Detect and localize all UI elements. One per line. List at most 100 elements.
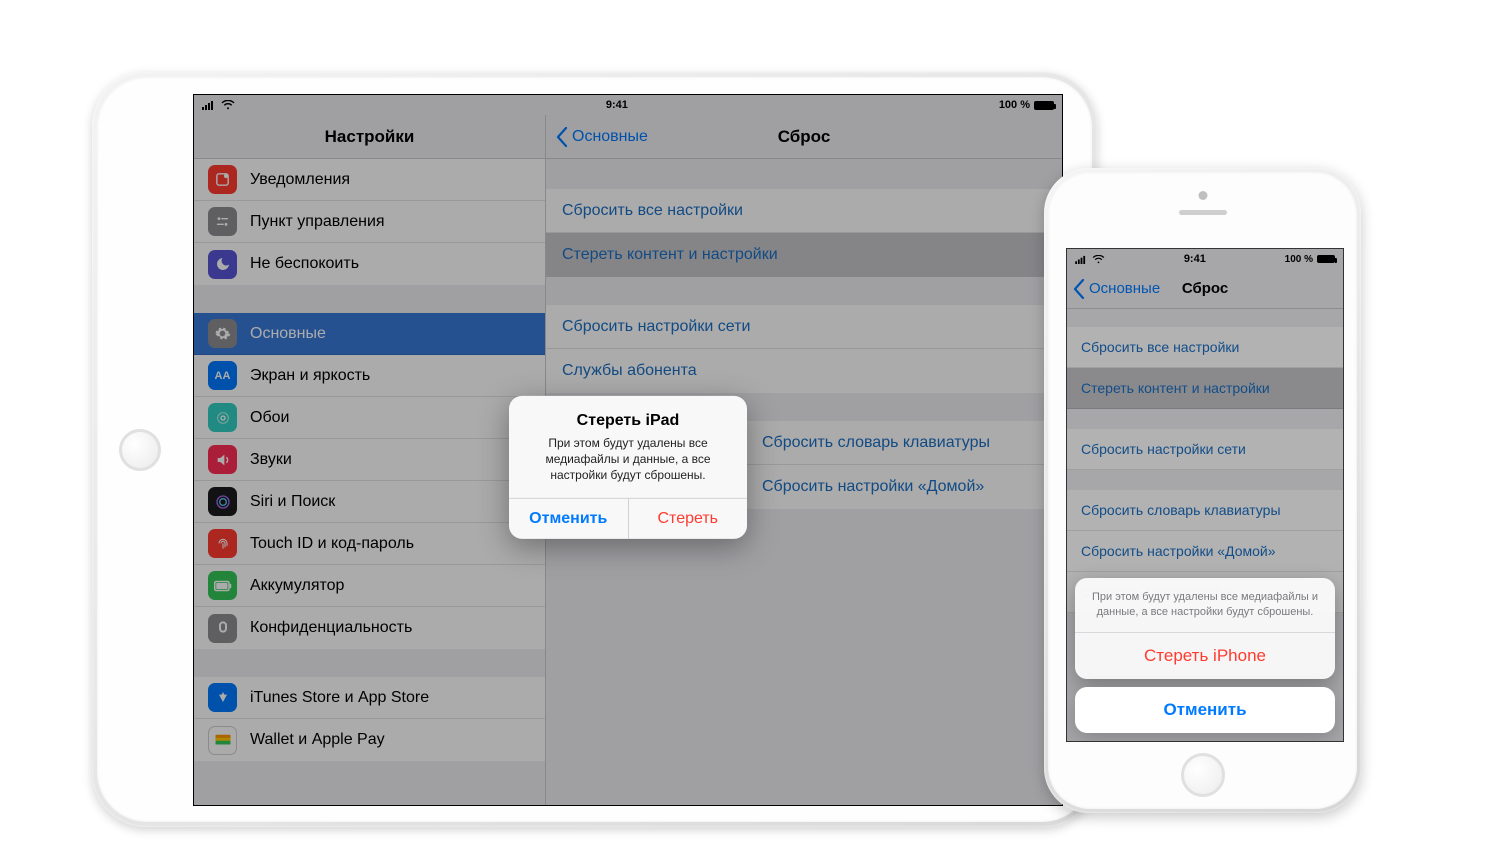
sheet-erase-button[interactable]: Стереть iPhone (1075, 633, 1335, 679)
battery-icon (208, 571, 237, 600)
iphone-bezel: 9:41 100 % Основные Сброс Сбросить все н… (1048, 172, 1357, 809)
iphone-home-button[interactable] (1181, 753, 1225, 797)
alert-title: Стереть iPad (521, 412, 735, 430)
reset-option-label: Сбросить словарь клавиатуры (1081, 502, 1281, 518)
sidebar-item-label: Звуки (250, 451, 292, 469)
control-center-icon (208, 207, 237, 236)
reset-option-label: Сбросить настройки «Домой» (762, 478, 984, 496)
iphone-status-bar: 9:41 100 % (1067, 249, 1343, 269)
signal-icon (202, 100, 216, 110)
erase-iphone-actionsheet: При этом будут удалены все медиафайлы и … (1075, 578, 1335, 733)
reset-option[interactable]: Сбросить все настройки (1067, 327, 1343, 368)
reset-option[interactable]: Службы абонента (546, 349, 1062, 393)
display-icon: AA (208, 361, 237, 390)
battery-icon (1317, 255, 1335, 263)
sounds-icon (208, 445, 237, 474)
reset-option-label: Сбросить все настройки (562, 202, 743, 220)
ipad-nav-bar: Настройки Основные Сброс (194, 115, 1062, 159)
sidebar-item-appstore[interactable]: iTunes Store и App Store (194, 677, 545, 719)
signal-icon (1075, 255, 1088, 264)
reset-option-label: Сбросить настройки «Домой» (1081, 543, 1276, 559)
wallpaper-icon (208, 403, 237, 432)
sidebar-item-notifications[interactable]: Уведомления (194, 159, 545, 201)
wallet-icon (208, 726, 237, 755)
ipad-home-button[interactable] (119, 429, 161, 471)
iphone-screen: 9:41 100 % Основные Сброс Сбросить все н… (1066, 248, 1344, 742)
battery-percent: 100 % (999, 99, 1030, 111)
sidebar-item-label: Siri и Поиск (250, 493, 335, 511)
reset-option[interactable]: Стереть контент и настройки (1067, 368, 1343, 409)
reset-option[interactable]: Сбросить словарь клавиатуры (746, 421, 1062, 465)
notifications-icon (208, 165, 237, 194)
wifi-icon (1092, 255, 1105, 264)
reset-option[interactable]: Сбросить настройки «Домой» (1067, 531, 1343, 572)
sidebar-item-label: Touch ID и код-пароль (250, 535, 414, 553)
wifi-icon (221, 100, 235, 110)
appstore-icon (208, 683, 237, 712)
settings-title: Настройки (194, 115, 546, 158)
reset-option-label: Службы абонента (562, 362, 697, 380)
status-time: 9:41 (606, 99, 628, 111)
reset-option-label: Сбросить настройки сети (562, 318, 750, 336)
back-label: Основные (1089, 280, 1160, 297)
sidebar-item-siri[interactable]: Siri и Поиск (194, 481, 545, 523)
battery-icon (1034, 101, 1054, 110)
reset-option[interactable]: Сбросить настройки «Домой» (746, 465, 1062, 509)
sidebar-item-label: Конфиденциальность (250, 619, 412, 637)
sidebar-item-label: Пункт управления (250, 213, 385, 231)
status-time: 9:41 (1184, 253, 1206, 265)
siri-icon (208, 487, 237, 516)
back-label: Основные (572, 128, 648, 146)
ipad-bezel: 9:41 100 % Настройки Основные Сброс Уве (97, 77, 1092, 822)
sidebar-item-battery[interactable]: Аккумулятор (194, 565, 545, 607)
battery-percent: 100 % (1285, 254, 1313, 265)
sidebar-item-label: Основные (250, 325, 326, 343)
iphone-device-frame: 9:41 100 % Основные Сброс Сбросить все н… (1044, 168, 1361, 813)
ipad-screen: 9:41 100 % Настройки Основные Сброс Уве (193, 94, 1063, 806)
alert-erase-button[interactable]: Стереть (629, 498, 748, 538)
sidebar-item-label: Уведомления (250, 171, 350, 189)
dnd-icon (208, 250, 237, 279)
reset-content: Сбросить все настройки Стереть контент и … (1067, 309, 1343, 613)
sheet-cancel-button[interactable]: Отменить (1075, 687, 1335, 733)
sidebar-item-label: Обои (250, 409, 289, 427)
ipad-device-frame: 9:41 100 % Настройки Основные Сброс Уве (92, 72, 1097, 827)
reset-option[interactable]: Сбросить все настройки (546, 189, 1062, 233)
sidebar-item-dnd[interactable]: Не беспокоить (194, 243, 545, 285)
sidebar-item-wallet[interactable]: Wallet и Apple Pay (194, 719, 545, 761)
sidebar-item-label: Экран и яркость (250, 367, 370, 385)
alert-cancel-button[interactable]: Отменить (509, 498, 629, 538)
reset-option[interactable]: Сбросить настройки сети (1067, 429, 1343, 470)
reset-option[interactable]: Сбросить словарь клавиатуры (1067, 490, 1343, 531)
sidebar-item-wallpaper[interactable]: Обои (194, 397, 545, 439)
group-separator (1067, 409, 1343, 429)
content-title: Сброс (1182, 280, 1228, 297)
ipad-status-bar: 9:41 100 % (194, 95, 1062, 115)
sidebar-item-control-center[interactable]: Пункт управления (194, 201, 545, 243)
touchid-icon (208, 529, 237, 558)
sidebar-item-privacy[interactable]: Конфиденциальность (194, 607, 545, 649)
sidebar-item-display[interactable]: AA Экран и яркость (194, 355, 545, 397)
reset-option-label: Стереть контент и настройки (562, 246, 778, 264)
alert-message: При этом будут удалены все медиафайлы и … (521, 435, 735, 484)
sidebar-item-general[interactable]: Основные (194, 313, 545, 355)
erase-ipad-alert: Стереть iPad При этом будут удалены все … (509, 396, 747, 539)
sidebar-item-sounds[interactable]: Звуки (194, 439, 545, 481)
group-separator (1067, 470, 1343, 490)
reset-option[interactable]: Стереть контент и настройки (546, 233, 1062, 277)
reset-option[interactable]: Сбросить настройки сети (546, 305, 1062, 349)
reset-option-label: Сбросить все настройки (1081, 339, 1239, 355)
back-button[interactable]: Основные (556, 127, 648, 147)
privacy-icon (208, 614, 237, 643)
sidebar-item-label: iTunes Store и App Store (250, 689, 429, 707)
content-title: Сброс (778, 127, 831, 147)
sidebar-item-label: Не беспокоить (250, 255, 359, 273)
reset-option-label: Стереть контент и настройки (1081, 380, 1270, 396)
iphone-speaker (1179, 210, 1227, 215)
sheet-message: При этом будут удалены все медиафайлы и … (1075, 578, 1335, 633)
reset-option-label: Сбросить словарь клавиатуры (762, 434, 990, 452)
iphone-camera (1198, 191, 1207, 200)
back-button[interactable]: Основные (1073, 279, 1160, 299)
iphone-nav-bar: Основные Сброс (1067, 269, 1343, 309)
sidebar-item-touchid[interactable]: Touch ID и код-пароль (194, 523, 545, 565)
